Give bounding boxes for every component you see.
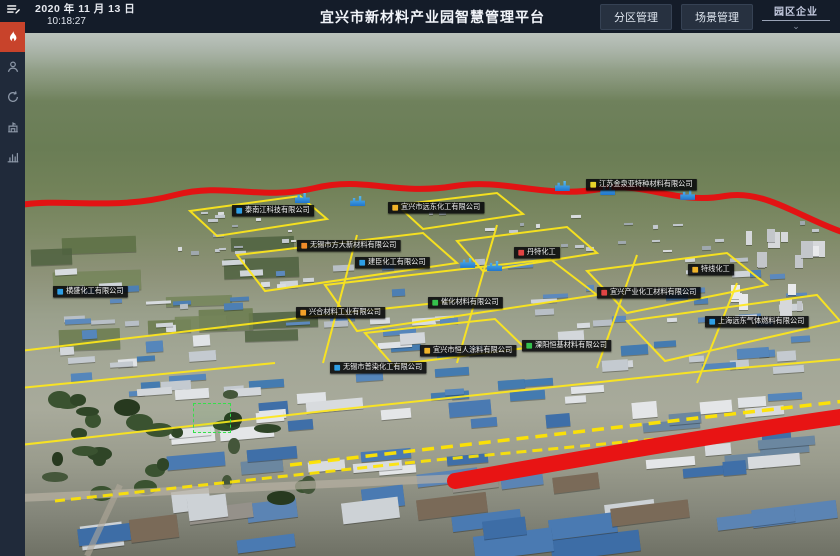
scene-management-button[interactable]: 场景管理 [681,4,753,30]
company-marker[interactable]: 横盛化工有限公司 [53,286,128,298]
company-marker-icon [692,267,698,273]
company-marker-label: 横盛化工有限公司 [66,288,124,295]
company-marker-icon [526,343,532,349]
company-marker[interactable]: 宜兴市远东化工有限公司 [388,202,484,214]
red-highway-bottom [455,415,840,481]
sidebar-item-circulation[interactable] [0,82,25,112]
company-marker-icon [359,260,365,266]
datetime-block: 2020 年 11 月 13 日 10:18:27 [35,3,135,29]
map-3d-view[interactable]: 泰南江科技有限公司 宜兴市远东化工有限公司无锡市方大新材料有限公司建臣化工有限公司… [25,33,840,556]
user-icon [6,60,20,74]
factory-icon [6,120,20,134]
zone-management-button[interactable]: 分区管理 [600,4,672,30]
sidebar-menu-toggle[interactable] [0,0,25,22]
company-marker-icon [601,290,607,296]
company-marker-label: 宜兴产业化工材料有限公司 [610,289,696,296]
company-marker-icon [518,250,524,256]
company-marker-icon [432,300,438,306]
top-bar: 2020 年 11 月 13 日 10:18:27 宜兴市新材料产业园智慧管理平… [25,0,840,33]
app-window: 2020 年 11 月 13 日 10:18:27 宜兴市新材料产业园智慧管理平… [0,0,840,556]
company-marker-label: 江苏金泉亚特种材料有限公司 [599,181,693,188]
map-roads-overlay [25,33,840,556]
cycle-icon [6,90,20,104]
company-marker-label: 溧阳恒基材料有限公司 [535,342,607,349]
company-marker-icon [709,319,715,325]
company-marker-icon [334,365,340,371]
company-marker[interactable]: 特线化工 [688,264,734,276]
left-sidebar [0,0,25,556]
company-marker-label: 无锡市方大新材料有限公司 [310,242,396,249]
dropdown-label: 园区企业 [762,3,830,21]
menu-icon [6,2,20,21]
company-marker-label: 宜兴市远东化工有限公司 [401,204,480,211]
company-marker-icon [425,348,431,354]
company-marker-icon [302,243,308,249]
company-marker[interactable]: 上海远东气体燃料有限公司 [705,316,809,328]
company-marker-icon [301,310,307,316]
company-marker-icon [236,208,242,214]
company-marker-icon [392,205,398,211]
sidebar-item-enterprises[interactable] [0,112,25,142]
company-marker-label: 无锡市普染化工有限公司 [343,364,422,371]
company-marker-label: 泰南江科技有限公司 [245,207,310,214]
company-marker-label: 特线化工 [701,266,730,273]
company-marker-label: 宜兴市恒人涂料有限公司 [433,347,512,354]
company-marker-label: 上海远东气体燃料有限公司 [718,318,804,325]
company-marker[interactable]: 泰南江科技有限公司 [232,205,314,217]
current-date: 2020 年 11 月 13 日 [35,3,135,16]
company-marker-label: 催化材料有限公司 [441,299,499,306]
company-marker[interactable]: 兴合材料工业有限公司 [296,307,385,319]
company-marker[interactable]: 江苏金泉亚特种材料有限公司 [586,179,697,191]
company-marker[interactable]: 宜兴市恒人涂料有限公司 [420,345,516,357]
header-actions: 分区管理 场景管理 园区企业 ⌄ [600,3,840,30]
company-marker-icon [57,289,63,295]
flame-icon [6,30,20,44]
selection-box [193,403,231,433]
company-marker[interactable]: 宜兴产业化工材料有限公司 [597,287,701,299]
chevron-down-icon: ⌄ [762,22,830,30]
company-marker[interactable]: 丹特化工 [514,247,560,259]
company-marker-label: 丹特化工 [527,249,556,256]
sidebar-item-statistics[interactable] [0,142,25,172]
bar-chart-icon [6,150,20,164]
park-enterprise-dropdown[interactable]: 园区企业 ⌄ [762,3,830,30]
page-title: 宜兴市新材料产业园智慧管理平台 [320,7,545,27]
sidebar-item-personnel[interactable] [0,52,25,82]
company-marker-icon [590,182,596,188]
company-marker[interactable]: 建臣化工有限公司 [355,257,430,269]
company-marker[interactable]: 无锡市普染化工有限公司 [330,362,426,374]
company-marker-label: 建臣化工有限公司 [368,259,426,266]
company-marker[interactable]: 溧阳恒基材料有限公司 [522,340,611,352]
sidebar-item-fire-monitor[interactable] [0,22,25,52]
company-marker[interactable]: 无锡市方大新材料有限公司 [297,240,401,252]
current-time: 10:18:27 [35,16,135,29]
company-marker-label: 兴合材料工业有限公司 [309,309,381,316]
company-marker[interactable]: 催化材料有限公司 [428,297,503,309]
